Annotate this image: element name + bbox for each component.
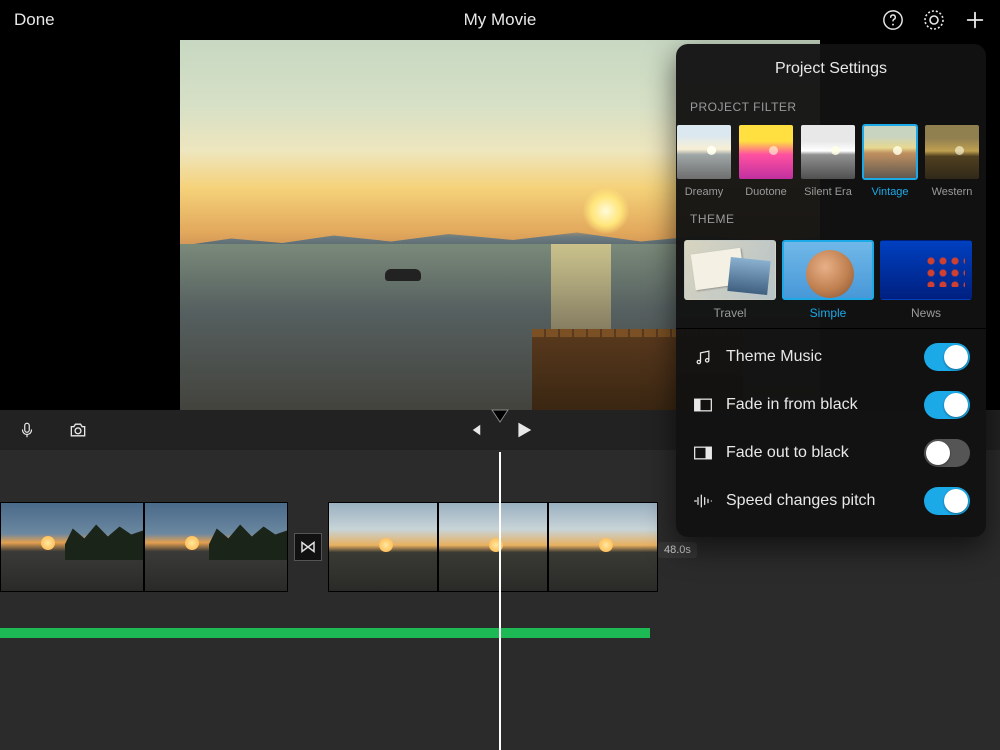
filter-duotone[interactable]: Duotone (738, 124, 794, 198)
filter-label: Dreamy (685, 186, 724, 198)
timeline-clip[interactable] (328, 502, 438, 592)
theme-row: Travel Simple News (676, 236, 986, 320)
project-title: My Movie (464, 10, 537, 30)
audio-track[interactable] (0, 628, 650, 638)
play-icon[interactable] (512, 419, 534, 441)
toggle-speed-pitch[interactable]: Speed changes pitch (676, 477, 986, 525)
done-button[interactable]: Done (14, 10, 55, 30)
timeline-clip[interactable] (144, 502, 288, 592)
waveform-icon (692, 492, 714, 510)
fade-out-icon (692, 445, 714, 461)
playhead-handle-icon[interactable] (490, 408, 510, 428)
timeline-clip[interactable] (548, 502, 658, 592)
app-header: Done My Movie (0, 0, 1000, 40)
switch-fade-out[interactable] (924, 439, 970, 467)
filter-label: Silent Era (804, 186, 852, 198)
add-media-icon[interactable] (964, 9, 986, 31)
switch-speed-pitch[interactable] (924, 487, 970, 515)
timeline-clip[interactable] (438, 502, 548, 592)
filter-row: Dreamy Duotone Silent Era Vintage Wester… (668, 124, 986, 198)
theme-simple[interactable]: Simple (782, 240, 874, 320)
toggle-fade-in[interactable]: Fade in from black (676, 381, 986, 429)
project-settings-panel: Project Settings PROJECT FILTER Dreamy D… (676, 44, 986, 537)
theme-news[interactable]: News (880, 240, 972, 320)
toggle-label: Theme Music (726, 348, 912, 366)
panel-title: Project Settings (676, 44, 986, 96)
playhead[interactable] (499, 452, 501, 750)
toggle-fade-out[interactable]: Fade out to black (676, 429, 986, 477)
theme-label: Travel (714, 306, 747, 320)
camera-icon[interactable] (66, 420, 90, 440)
clip-duration-label: 48.0s (658, 542, 697, 558)
filter-silent-era[interactable]: Silent Era (800, 124, 856, 198)
timeline-clip[interactable] (0, 502, 144, 592)
toggle-label: Fade out to black (726, 444, 912, 462)
theme-section-label: THEME (676, 208, 986, 236)
microphone-icon[interactable] (18, 419, 36, 441)
theme-label: Simple (810, 306, 847, 320)
transition-icon[interactable] (294, 533, 322, 561)
help-icon[interactable] (882, 9, 904, 31)
toggle-label: Speed changes pitch (726, 492, 912, 510)
filter-label: Western (932, 186, 973, 198)
filter-vintage[interactable]: Vintage (862, 124, 918, 198)
settings-gear-icon[interactable] (922, 8, 946, 32)
filter-label: Vintage (871, 186, 908, 198)
filter-dreamy[interactable]: Dreamy (676, 124, 732, 198)
video-track[interactable] (0, 502, 658, 592)
previous-frame-icon[interactable] (466, 419, 484, 441)
switch-theme-music[interactable] (924, 343, 970, 371)
toggle-label: Fade in from black (726, 396, 912, 414)
filter-western[interactable]: Western (924, 124, 980, 198)
filter-label: Duotone (745, 186, 787, 198)
music-note-icon (692, 347, 714, 367)
filter-section-label: PROJECT FILTER (676, 96, 986, 124)
toggle-theme-music[interactable]: Theme Music (676, 333, 986, 381)
theme-label: News (911, 306, 941, 320)
theme-travel[interactable]: Travel (684, 240, 776, 320)
switch-fade-in[interactable] (924, 391, 970, 419)
fade-in-icon (692, 397, 714, 413)
